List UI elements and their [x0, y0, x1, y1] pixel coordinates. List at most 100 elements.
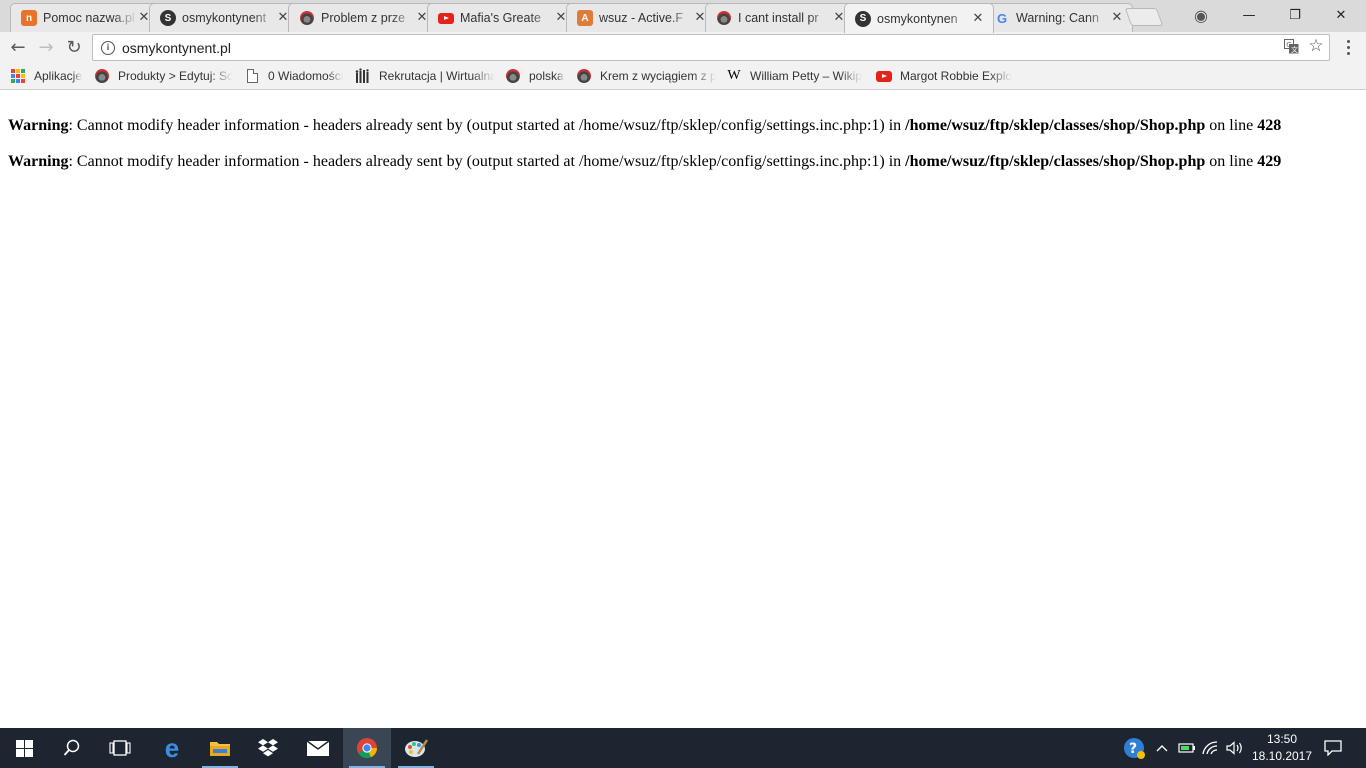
- bookmark-label: Aplikacje: [34, 69, 83, 83]
- chrome-menu-icon[interactable]: [1340, 37, 1356, 57]
- browser-toolbar: ← → ↻ i osmykontynent.pl G文 ☆: [0, 32, 1366, 62]
- warning-file: /home/wsuz/ftp/sklep/classes/shop/Shop.p…: [905, 153, 1206, 170]
- volume-icon[interactable]: [1224, 728, 1246, 768]
- rider-icon: [716, 10, 732, 26]
- edge-icon[interactable]: e: [148, 728, 196, 768]
- bookmarks-bar: Aplikacje Produkty > Edytuj: Sc 0 Wiadom…: [0, 62, 1366, 90]
- forward-button[interactable]: →: [34, 35, 58, 59]
- warning-message: : Cannot modify header information - hea…: [68, 153, 906, 170]
- windows-logo-icon: [15, 739, 33, 757]
- clock-time: 13:50: [1266, 732, 1298, 746]
- tab-warning-cann[interactable]: G Warning: Cann ✕: [983, 3, 1133, 32]
- paint-icon[interactable]: [392, 728, 440, 768]
- tab-title: osmykontynen: [877, 11, 958, 26]
- bookmark-produkty[interactable]: Produkty > Edytuj: Sc: [94, 66, 234, 86]
- bookmark-aplikacje[interactable]: Aplikacje: [10, 66, 90, 86]
- people-icon: [355, 68, 371, 84]
- minimize-button[interactable]: —: [1226, 0, 1272, 30]
- chrome-icon[interactable]: [343, 728, 391, 768]
- bookmark-label: Krem z wyciągiem z p: [600, 69, 716, 83]
- start-button[interactable]: [0, 728, 48, 768]
- mail-icon[interactable]: [294, 728, 342, 768]
- bookmark-margot-robbie[interactable]: Margot Robbie Explo: [876, 66, 1016, 86]
- tab-wsuz-active[interactable]: A wsuz - Active.F ✕: [566, 3, 716, 32]
- bookmark-rekrutacja[interactable]: Rekrutacja | Wirtualna: [355, 66, 495, 86]
- page-icon: [244, 68, 260, 84]
- s-letter-icon: S: [855, 10, 871, 27]
- bookmark-wiadomosci[interactable]: 0 Wiadomości: [244, 66, 348, 86]
- youtube-icon: [876, 68, 892, 84]
- warning-message: : Cannot modify header information - hea…: [68, 117, 906, 134]
- warning-on-line: on line: [1205, 117, 1258, 134]
- bookmark-star-icon[interactable]: ☆: [1307, 36, 1325, 56]
- bookmark-label: Margot Robbie Explo: [900, 69, 1013, 83]
- tab-mafias-greate[interactable]: Mafia's Greate ✕: [427, 3, 577, 32]
- tab-i-cant-install[interactable]: I cant install pr ✕: [705, 3, 855, 32]
- tab-title: Mafia's Greate: [460, 11, 541, 25]
- tab-osmykontynent-1[interactable]: S osmykontynent ✕: [149, 3, 299, 32]
- svg-text:文: 文: [1291, 44, 1298, 53]
- clock-date: 18.10.2017: [1251, 749, 1313, 763]
- rider-icon: [505, 68, 521, 84]
- close-icon[interactable]: ✕: [971, 11, 985, 26]
- warning-file: /home/wsuz/ftp/sklep/classes/shop/Shop.p…: [905, 117, 1206, 134]
- tab-strip: n Pomoc nazwa.pl ✕ S osmykontynent ✕ Pro…: [0, 0, 1366, 33]
- reload-button[interactable]: ↻: [62, 35, 86, 59]
- warning-label: Warning: [8, 117, 69, 134]
- bookmark-label: Rekrutacja | Wirtualna: [379, 69, 495, 83]
- tab-problem-z-prze[interactable]: Problem z prze ✕: [288, 3, 438, 32]
- clock[interactable]: 13:50 18.10.2017: [1250, 731, 1314, 765]
- task-view-icon[interactable]: [96, 728, 144, 768]
- search-icon[interactable]: [48, 728, 96, 768]
- bookmark-label: William Petty – Wikip: [750, 69, 863, 83]
- bookmark-krem[interactable]: Krem z wyciągiem z p: [576, 66, 716, 86]
- url-text[interactable]: osmykontynent.pl: [122, 40, 231, 56]
- warning-line-number: 428: [1257, 117, 1282, 134]
- wikipedia-icon: W: [727, 68, 741, 83]
- warning-label: Warning: [8, 153, 69, 170]
- dropbox-icon[interactable]: [244, 728, 292, 768]
- help-icon[interactable]: ?: [1120, 728, 1148, 768]
- tab-title: osmykontynent: [182, 11, 267, 25]
- youtube-icon: [438, 10, 454, 26]
- s-letter-icon: S: [160, 10, 176, 26]
- active-icon: A: [577, 10, 593, 26]
- tab-pomoc-nazwa[interactable]: n Pomoc nazwa.pl ✕: [10, 3, 160, 32]
- nazwa-icon: n: [21, 10, 37, 26]
- apps-grid-icon: [10, 68, 26, 84]
- bookmark-label: polska: [529, 69, 564, 83]
- tab-title: Pomoc nazwa.pl: [43, 11, 135, 25]
- translate-icon[interactable]: G文: [1282, 37, 1300, 55]
- warning-on-line: on line: [1205, 153, 1258, 170]
- wifi-icon[interactable]: [1200, 728, 1222, 768]
- profile-icon[interactable]: ◉: [1178, 0, 1224, 30]
- back-button[interactable]: ←: [6, 35, 30, 59]
- bookmark-william-petty[interactable]: W William Petty – Wikip: [726, 66, 866, 86]
- battery-icon[interactable]: [1176, 728, 1198, 768]
- rider-icon: [576, 68, 592, 84]
- rider-icon: [299, 10, 315, 26]
- tab-title: wsuz - Active.F: [599, 11, 684, 25]
- bookmark-label: 0 Wiadomości: [268, 69, 344, 83]
- rider-icon: [94, 68, 110, 84]
- google-icon: G: [996, 10, 1008, 26]
- file-explorer-icon[interactable]: [196, 728, 244, 768]
- tab-title: I cant install pr: [738, 11, 819, 25]
- bookmark-label: Produkty > Edytuj: Sc: [118, 69, 234, 83]
- chevron-up-icon[interactable]: [1152, 728, 1172, 768]
- php-warning-2: Warning: Cannot modify header informatio…: [8, 153, 1281, 171]
- close-icon[interactable]: ✕: [1110, 11, 1124, 25]
- maximize-button[interactable]: ❐: [1272, 0, 1318, 30]
- new-tab-button[interactable]: [1124, 8, 1164, 26]
- svg-text:?: ?: [1129, 741, 1137, 757]
- tab-title: Warning: Cann: [1016, 11, 1099, 25]
- page-content: Warning: Cannot modify header informatio…: [0, 91, 1366, 728]
- windows-taskbar: e ? 13:50 18.10.2017: [0, 728, 1366, 768]
- tab-osmykontynent-active[interactable]: S osmykontynen ✕: [844, 3, 994, 33]
- info-icon[interactable]: i: [101, 40, 115, 55]
- close-window-button[interactable]: ✕: [1318, 0, 1364, 30]
- address-bar[interactable]: i osmykontynent.pl: [92, 34, 1330, 61]
- bookmark-polska[interactable]: polska: [505, 66, 571, 86]
- notifications-icon[interactable]: [1318, 728, 1348, 768]
- warning-line-number: 429: [1257, 153, 1282, 170]
